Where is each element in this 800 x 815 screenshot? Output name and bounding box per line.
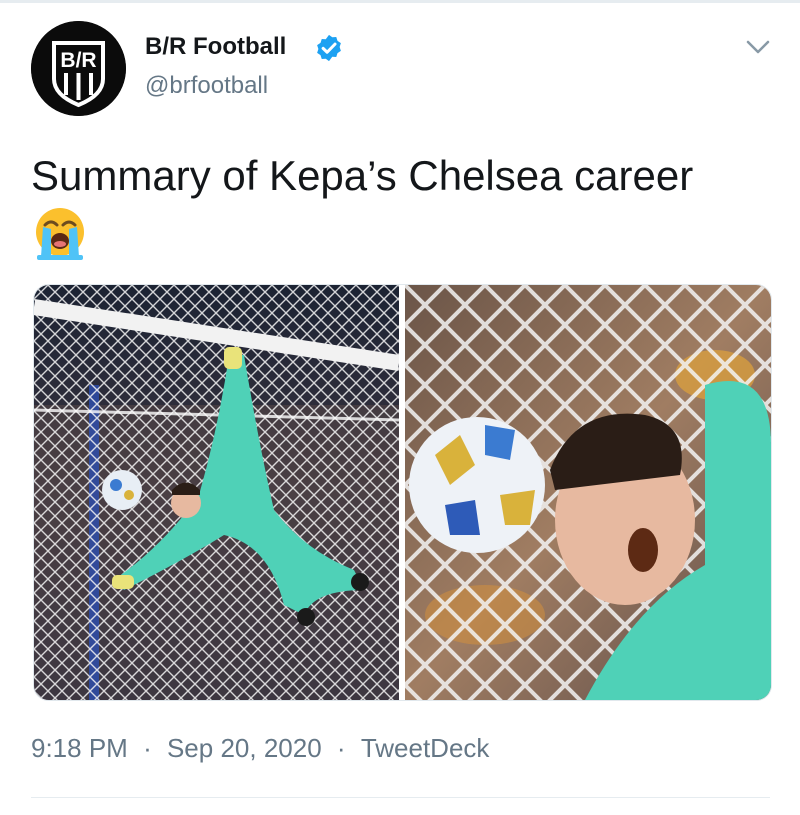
br-logo: B/R [31, 21, 126, 116]
tweet-time[interactable]: 9:18 PM [31, 733, 128, 764]
meta-separator: · [143, 733, 152, 763]
avatar[interactable]: B/R [31, 21, 126, 116]
media-grid[interactable] [33, 284, 772, 701]
media-photo-2[interactable] [405, 285, 771, 700]
photo-goalkeeper-dive [34, 285, 399, 700]
author-display-name[interactable]: B/R Football [145, 33, 286, 61]
tweet-source[interactable]: TweetDeck [361, 733, 490, 764]
verified-badge-icon [317, 34, 341, 62]
meta-separator: · [336, 733, 346, 763]
tweet-text: Summary of Kepa’s Chelsea career [31, 152, 694, 199]
author-handle[interactable]: @brfootball [145, 72, 268, 100]
photo-goalkeeper-closeup [405, 285, 771, 700]
tweet-meta: 9:18 PM · Sep 20, 2020 · TweetDeck [31, 733, 489, 764]
avatar-logo-text: B/R [60, 49, 96, 72]
media-photo-1[interactable] [34, 285, 399, 700]
top-divider [0, 0, 800, 3]
chevron-down-icon[interactable] [744, 38, 772, 56]
tweet-date[interactable]: Sep 20, 2020 [167, 733, 322, 764]
loudly-crying-face-icon [36, 208, 84, 260]
bottom-divider [31, 797, 770, 798]
